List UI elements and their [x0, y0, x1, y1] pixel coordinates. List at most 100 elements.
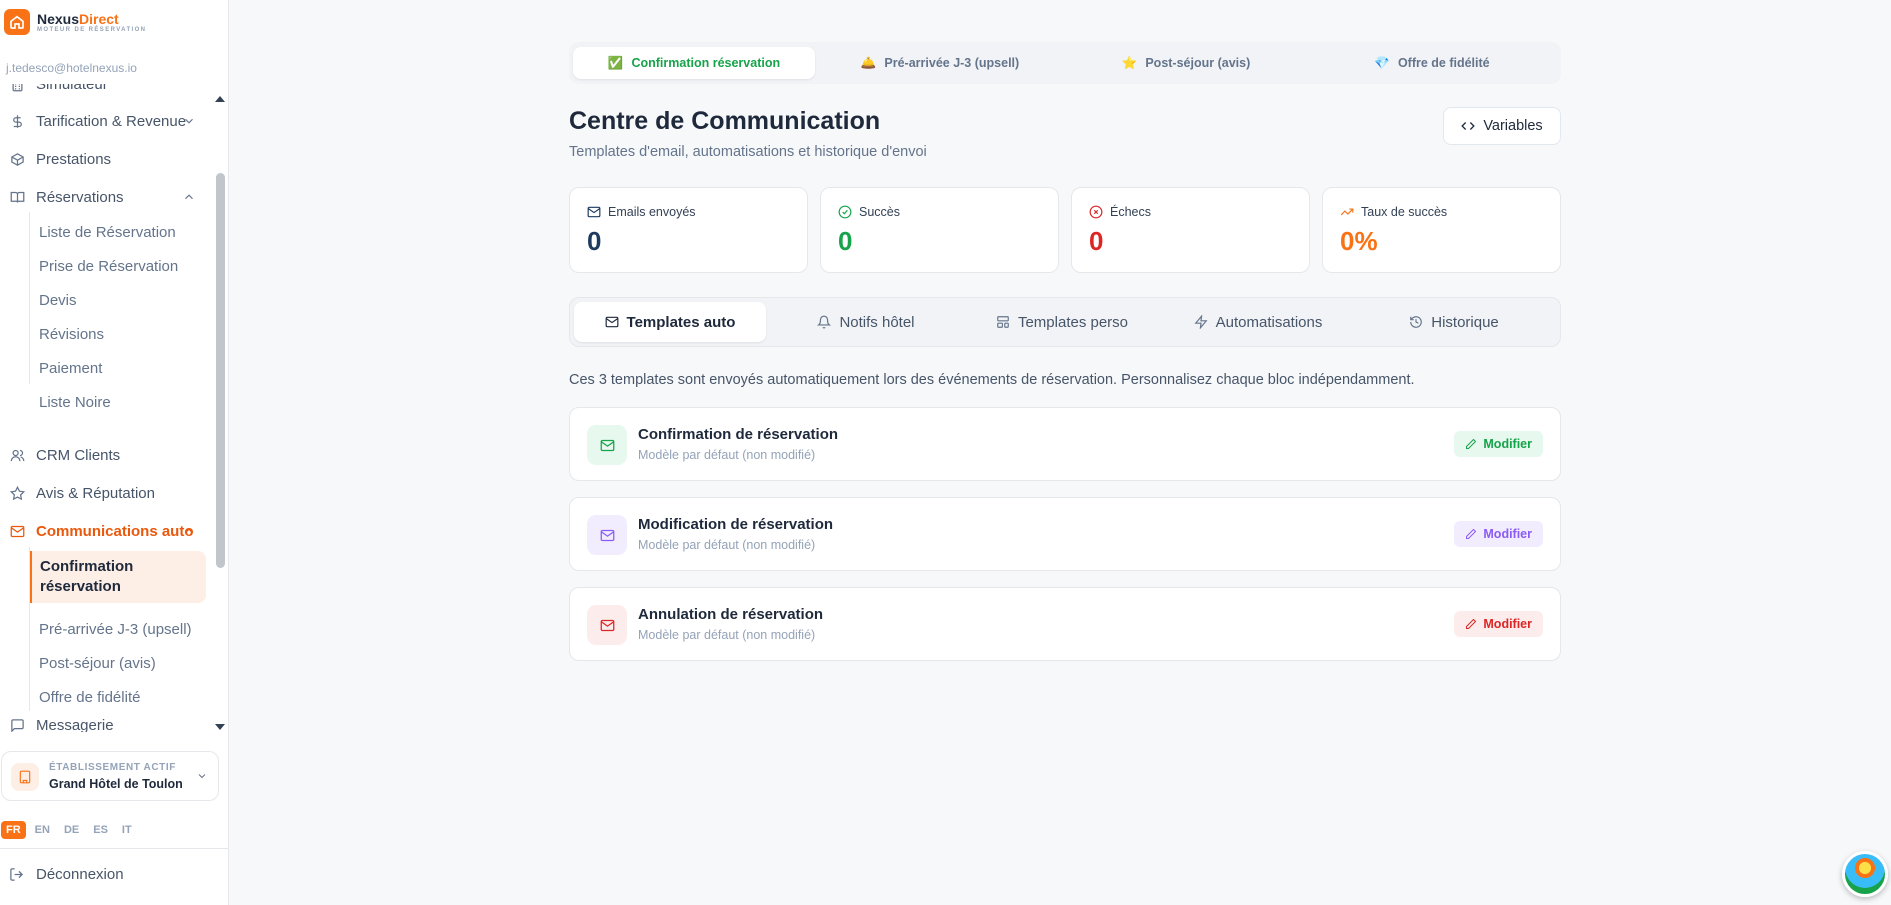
stat-label: Taux de succès [1361, 205, 1448, 219]
zap-icon [1194, 315, 1208, 329]
chevron-down-icon [185, 118, 193, 124]
mail-icon [605, 316, 618, 328]
lang-de[interactable]: DE [59, 821, 84, 839]
trending-up-icon [1340, 208, 1354, 216]
assistant-avatar-button[interactable] [1842, 851, 1888, 897]
subnav-item[interactable]: Prise de Réservation [39, 258, 178, 275]
star-icon [9, 485, 25, 501]
tab-templates-auto[interactable]: Templates auto [574, 302, 766, 342]
chevron-down-icon [198, 774, 206, 779]
dollar-icon [9, 113, 25, 129]
templates-intro: Ces 3 templates sont envoyés automatique… [569, 372, 1415, 388]
variables-button[interactable]: Variables [1443, 107, 1561, 145]
subnav-item[interactable]: Devis [39, 292, 77, 309]
pencil-icon [1466, 438, 1477, 449]
sidebar-item-crm[interactable]: CRM Clients [0, 442, 200, 468]
page-subtitle: Templates d'email, automatisations et hi… [569, 144, 927, 160]
sidebar-item-reservations[interactable]: Réservations [0, 184, 200, 210]
template-card-annulation: Annulation de réservation Modèle par déf… [569, 587, 1561, 661]
bellhop-icon: 🛎️ [860, 55, 877, 70]
template-title: Confirmation de réservation [638, 426, 839, 443]
message-icon [9, 717, 25, 732]
subnav-item[interactable]: Offre de fidélité [39, 689, 140, 706]
establishment-selector[interactable]: ÉTABLISSEMENT ACTIF Grand Hôtel de Toulo… [1, 751, 219, 801]
history-icon [1410, 316, 1423, 328]
template-card-modification: Modification de réservation Modèle par d… [569, 497, 1561, 571]
reservations-subnav: Liste de Réservation Prise de Réservatio… [29, 212, 204, 411]
mail-icon [587, 425, 627, 465]
subnav-item-active[interactable]: Confirmation réservation [30, 551, 206, 603]
stat-emails-sent: Emails envoyés 0 [569, 187, 808, 273]
subnav-item[interactable]: Pré-arrivée J-3 (upsell) [39, 621, 192, 638]
tab-automatisations[interactable]: Automatisations [1162, 302, 1354, 342]
check-circle-icon [838, 205, 852, 219]
sidebar-item-avis[interactable]: Avis & Réputation [0, 480, 200, 506]
mail-icon [587, 515, 627, 555]
language-switcher: FR EN DE ES IT [1, 821, 137, 839]
gem-icon: 💎 [1374, 55, 1390, 70]
tab-post-sejour[interactable]: ⭐ Post-séjour (avis) [1065, 47, 1307, 79]
pencil-icon [1466, 528, 1477, 539]
template-status: Modèle par défaut (non modifié) [638, 628, 816, 642]
user-email: j.tedesco@hotelnexus.io [6, 61, 137, 75]
subnav-item[interactable]: Liste Noire [39, 394, 111, 411]
star-icon: ⭐ [1121, 55, 1138, 70]
scroll-down-arrow-icon[interactable] [215, 724, 225, 730]
lang-fr[interactable]: FR [1, 821, 26, 839]
edit-button[interactable]: Modifier [1454, 611, 1543, 637]
stat-success: Succès 0 [820, 187, 1059, 273]
edit-button[interactable]: Modifier [1454, 521, 1543, 547]
divider [0, 848, 229, 849]
subnav-item[interactable]: Révisions [39, 326, 104, 343]
home-logo-icon [4, 9, 30, 35]
logout-button[interactable]: Déconnexion [0, 866, 124, 883]
tab-notifs-hotel[interactable]: Notifs hôtel [770, 302, 962, 342]
lang-es[interactable]: ES [88, 821, 113, 839]
code-icon [1461, 122, 1476, 130]
sidebar-item-messagerie[interactable]: Messagerie [0, 712, 200, 732]
lang-en[interactable]: EN [30, 821, 55, 839]
tab-fidelite[interactable]: 💎 Offre de fidélité [1311, 47, 1553, 79]
stat-value: 0 [838, 226, 853, 256]
stat-value: 0% [1340, 226, 1378, 256]
subnav-item[interactable]: Liste de Réservation [39, 224, 176, 241]
scrollbar-thumb[interactable] [216, 173, 225, 568]
tab-confirmation[interactable]: ✅ Confirmation réservation [573, 47, 815, 79]
check-box-icon: ✅ [607, 55, 624, 70]
scroll-up-arrow-icon[interactable] [215, 96, 225, 102]
sidebar-item-simulateur[interactable]: Simulateur [0, 84, 200, 97]
calculator-icon [9, 84, 25, 92]
tab-pre-arrivee[interactable]: 🛎️ Pré-arrivée J-3 (upsell) [819, 47, 1061, 79]
sidebar-item-prestations[interactable]: Prestations [0, 146, 200, 172]
stat-label: Échecs [1110, 205, 1151, 219]
package-icon [9, 151, 25, 167]
sidebar-item-communications[interactable]: Communications auto [0, 518, 200, 544]
brand-name: NexusDirect [37, 10, 119, 27]
chevron-up-icon [185, 194, 193, 200]
template-title: Annulation de réservation [638, 606, 824, 623]
subnav-item[interactable]: Paiement [39, 360, 102, 377]
sidebar-nav: Simulateur Tarification & Revenue Presta… [0, 84, 229, 732]
sidebar-item-tarification[interactable]: Tarification & Revenue [0, 108, 200, 134]
sidebar: NexusDirect MOTEUR DE RÉSERVATION j.tede… [0, 0, 229, 905]
edit-button[interactable]: Modifier [1454, 431, 1543, 457]
establishment-name: Grand Hôtel de Toulon [49, 777, 183, 791]
subnav-item[interactable]: Post-séjour (avis) [39, 655, 156, 672]
mail-icon [587, 605, 627, 645]
template-status: Modèle par défaut (non modifié) [638, 448, 816, 462]
template-tabs: ✅ Confirmation réservation 🛎️ Pré-arrivé… [569, 42, 1561, 84]
lang-it[interactable]: IT [117, 821, 137, 839]
chevron-up-icon [185, 528, 193, 534]
users-icon [9, 447, 25, 463]
stat-failures: Échecs 0 [1071, 187, 1310, 273]
stat-label: Emails envoyés [608, 205, 696, 219]
brand[interactable]: NexusDirect MOTEUR DE RÉSERVATION [4, 9, 146, 35]
template-card-confirmation: Confirmation de réservation Modèle par d… [569, 407, 1561, 481]
page-title: Centre de Communication [569, 107, 881, 135]
tab-historique[interactable]: Historique [1358, 302, 1550, 342]
template-title: Modification de réservation [638, 516, 834, 533]
logout-icon [9, 867, 25, 883]
communications-subnav: Confirmation réservation Pré-arrivée J-3… [29, 547, 206, 711]
tab-templates-perso[interactable]: Templates perso [966, 302, 1158, 342]
establishment-label: ÉTABLISSEMENT ACTIF [49, 762, 176, 773]
